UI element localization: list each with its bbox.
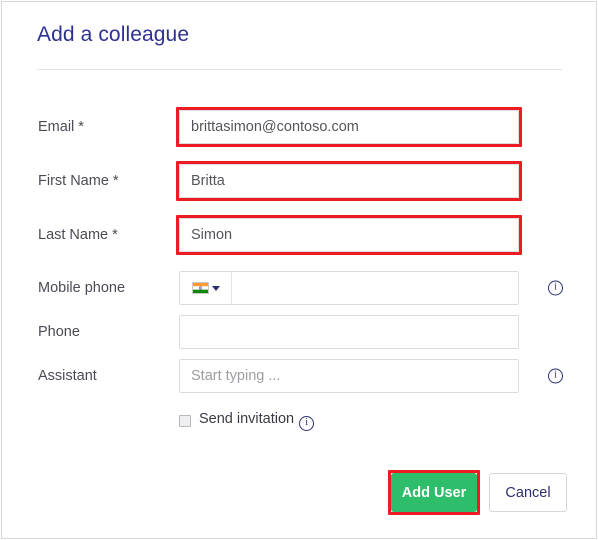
send-invitation-checkbox[interactable]: [179, 415, 191, 427]
add-colleague-dialog: Add a colleague Email * First Name * Las…: [1, 1, 597, 539]
form-row-last-name: Last Name *: [2, 215, 596, 255]
dialog-header: Add a colleague: [2, 2, 596, 70]
email-label: Email *: [38, 119, 84, 135]
info-icon-mobile-phone[interactable]: i: [548, 280, 563, 296]
first-name-label: First Name *: [38, 173, 119, 189]
india-flag-icon: [191, 282, 209, 294]
first-name-field[interactable]: [179, 164, 519, 198]
info-icon-send-invitation[interactable]: i: [299, 416, 315, 431]
send-invitation-row: Send invitation i: [179, 411, 315, 431]
chevron-down-icon: [211, 285, 220, 291]
cancel-button[interactable]: Cancel: [489, 473, 567, 512]
form-row-phone: Phone: [2, 315, 596, 349]
last-name-field[interactable]: [179, 218, 519, 252]
add-user-button[interactable]: Add User: [391, 473, 477, 512]
phone-label: Phone: [38, 324, 80, 340]
assistant-field[interactable]: [179, 359, 519, 393]
form-row-assistant: Assistant i: [2, 359, 596, 393]
header-divider: [37, 69, 562, 70]
mobile-phone-label: Mobile phone: [38, 280, 126, 296]
country-code-selector[interactable]: [180, 272, 232, 304]
form-row-mobile-phone: Mobile phone i: [2, 271, 596, 305]
page-title: Add a colleague: [37, 23, 190, 46]
mobile-phone-field[interactable]: [232, 272, 518, 304]
info-icon-assistant[interactable]: i: [548, 368, 563, 384]
mobile-phone-group: [179, 271, 519, 305]
last-name-label: Last Name *: [38, 227, 118, 243]
send-invitation-text: Send invitation: [199, 411, 295, 427]
form-row-email: Email *: [2, 107, 596, 147]
email-field[interactable]: [179, 110, 519, 144]
phone-field[interactable]: [179, 315, 519, 349]
send-invitation-label: Send invitation i: [199, 411, 315, 431]
assistant-label: Assistant: [38, 368, 97, 384]
form-row-first-name: First Name *: [2, 161, 596, 201]
